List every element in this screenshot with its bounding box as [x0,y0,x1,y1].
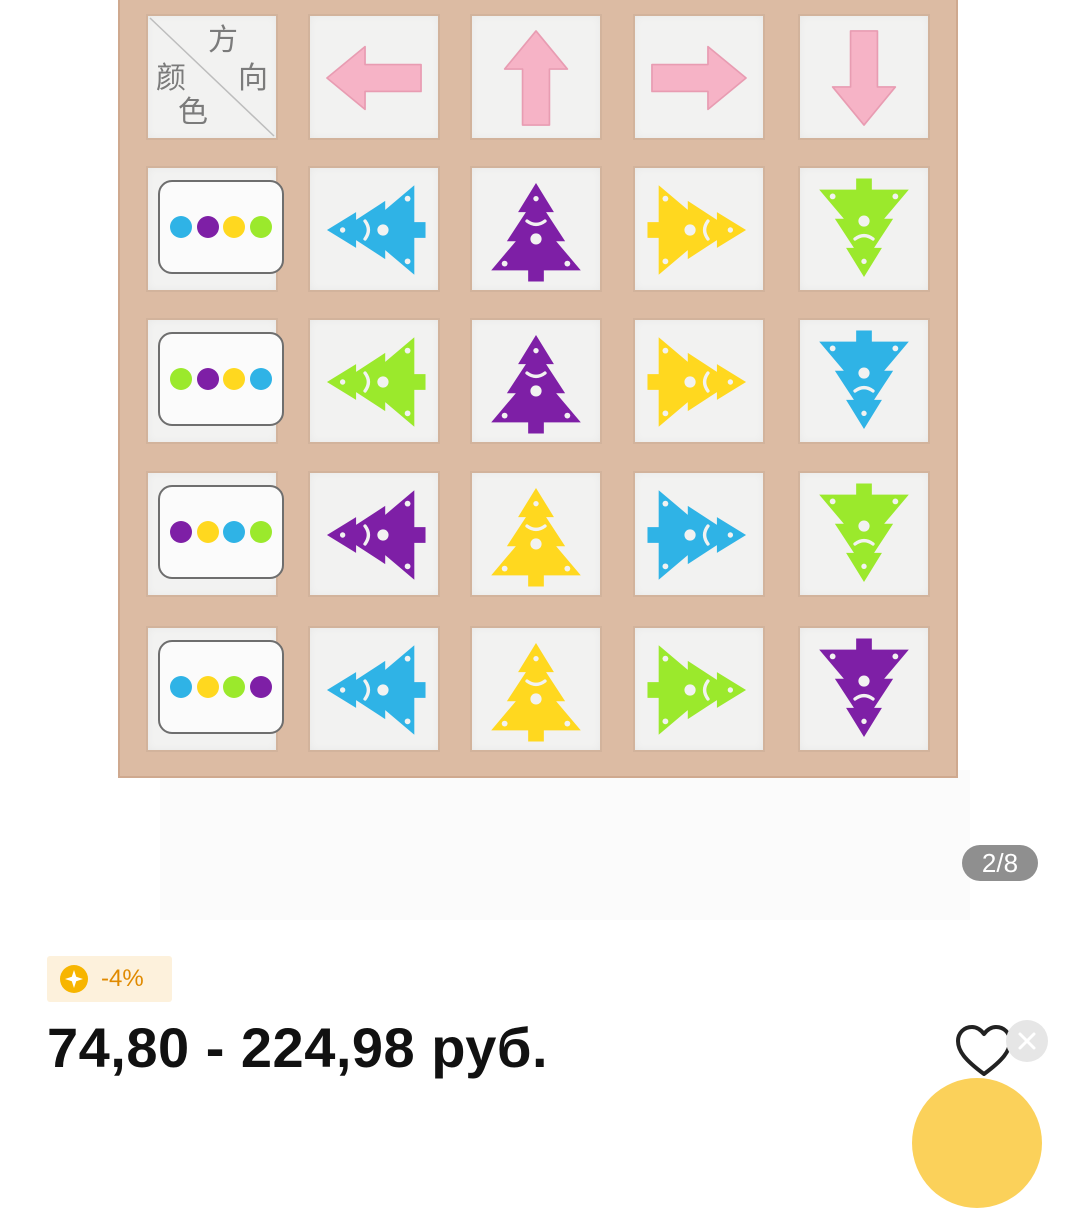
puzzle-piece-cell [470,318,602,444]
image-backdrop [160,770,970,920]
puzzle-piece-cell [633,318,765,444]
blue-dot [170,676,192,698]
puzzle-piece-cell [633,166,765,292]
close-icon [1018,1032,1036,1050]
purple-tree-piece-left[interactable] [318,479,430,591]
puzzle-piece-cell [308,318,440,444]
arrow-header-cell [470,14,602,140]
arrow-header-cell [798,14,930,140]
arrow-right-icon [651,45,747,111]
puzzle-board: 方向 颜色 [118,0,958,778]
arrow-down-icon [831,30,897,126]
purple-dot [196,368,219,390]
blue-dot [170,216,192,238]
purple-dot [249,676,272,698]
blue-tree-piece-right[interactable] [643,479,755,591]
arrow-header-cell [308,14,440,140]
yellow-dot [196,676,219,698]
arrow-header-cell [633,14,765,140]
color-sequence-card [158,640,284,734]
purple-dot [170,521,192,543]
yellow-dot [196,521,219,543]
legend-char: 颜 [156,61,186,96]
legend-corner-cell: 方向 颜色 [146,14,278,140]
color-sequence-cell [146,626,284,752]
discount-badge: -4% [47,956,172,1002]
legend-char: 方 [208,23,238,58]
green-dot [170,368,192,390]
puzzle-piece-cell [470,626,602,752]
color-sequence-card [158,332,284,426]
green-dot [223,676,246,698]
discount-text: -4% [101,965,144,992]
close-button[interactable] [1006,1020,1048,1062]
green-tree-piece-left[interactable] [318,326,430,438]
yellow-tree-piece-up[interactable] [480,634,592,746]
floating-action-button[interactable] [912,1078,1042,1208]
price-range: 74,80 - 224,98 руб. [47,1016,549,1079]
green-tree-piece-right[interactable] [643,634,755,746]
blue-tree-piece-left[interactable] [318,174,430,286]
yellow-dot [223,368,246,390]
green-tree-piece-down[interactable] [808,174,920,286]
puzzle-piece-cell [633,471,765,597]
puzzle-piece-cell [470,471,602,597]
blue-dot [223,521,246,543]
puzzle-piece-cell [308,471,440,597]
puzzle-piece-cell [798,626,930,752]
yellow-tree-piece-right[interactable] [643,174,755,286]
legend-char: 色 [178,95,208,130]
puzzle-piece-cell [308,166,440,292]
puzzle-piece-cell [308,626,440,752]
coin-star-icon [60,965,88,993]
yellow-dot [223,216,246,238]
legend-char: 向 [238,61,268,96]
puzzle-piece-cell [798,318,930,444]
yellow-tree-piece-right[interactable] [643,326,755,438]
green-dot [249,216,272,238]
puzzle-piece-cell [798,471,930,597]
image-counter: 2/8 [962,845,1038,881]
color-sequence-card [158,485,284,579]
color-sequence-card [158,180,284,274]
purple-tree-piece-up[interactable] [480,326,592,438]
yellow-tree-piece-up[interactable] [480,479,592,591]
color-sequence-cell [146,166,284,292]
arrow-up-icon [503,30,569,126]
purple-tree-piece-up[interactable] [480,174,592,286]
puzzle-piece-cell [470,166,602,292]
color-sequence-cell [146,471,284,597]
arrow-left-icon [326,45,422,111]
color-sequence-cell [146,318,284,444]
puzzle-piece-cell [633,626,765,752]
product-image-gallery[interactable]: 方向 颜色 [0,0,1080,930]
blue-dot [249,368,272,390]
heart-outline-icon[interactable] [955,1024,1013,1078]
green-tree-piece-down[interactable] [808,479,920,591]
blue-tree-piece-left[interactable] [318,634,430,746]
green-dot [249,521,272,543]
puzzle-piece-cell [798,166,930,292]
purple-dot [196,216,219,238]
blue-tree-piece-down[interactable] [808,326,920,438]
purple-tree-piece-down[interactable] [808,634,920,746]
